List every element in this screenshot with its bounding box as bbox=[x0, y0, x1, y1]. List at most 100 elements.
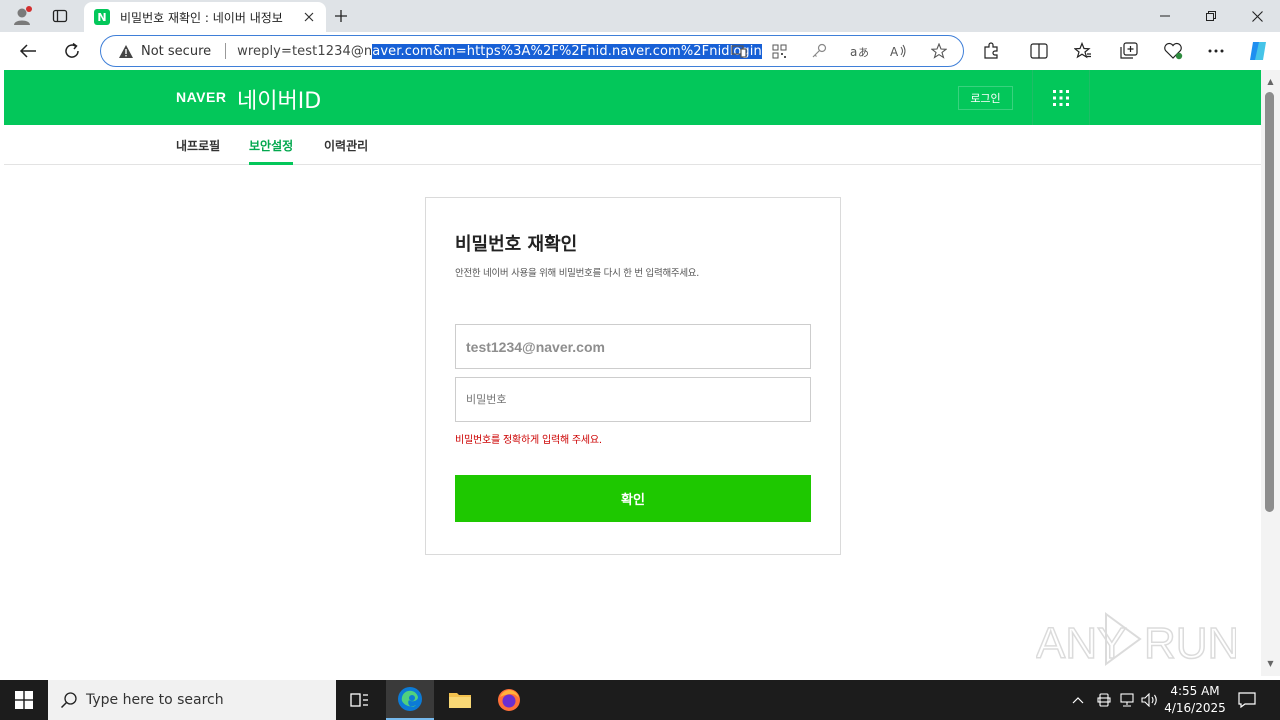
qr-code-icon[interactable] bbox=[765, 40, 793, 62]
active-tab[interactable]: N 비밀번호 재확인 : 네이버 내정보 bbox=[84, 2, 326, 32]
taskbar-clock[interactable]: 4:55 AM 4/16/2025 bbox=[1160, 683, 1230, 717]
sub-navigation: 내프로필 보안설정 이력관리 bbox=[4, 125, 1261, 165]
volume-icon[interactable] bbox=[1140, 690, 1160, 710]
minimize-icon bbox=[1160, 15, 1170, 17]
search-placeholder: Type here to search bbox=[86, 692, 224, 708]
split-screen-button[interactable] bbox=[1024, 37, 1054, 65]
heart-pulse-icon bbox=[1164, 42, 1183, 60]
warning-icon bbox=[117, 42, 135, 60]
settings-menu-button[interactable] bbox=[1201, 37, 1231, 65]
restore-icon bbox=[1206, 11, 1216, 21]
tab-close-button[interactable] bbox=[300, 8, 318, 26]
extensions-button[interactable] bbox=[976, 37, 1006, 65]
scroll-down-arrow-icon[interactable]: ▼ bbox=[1265, 658, 1276, 668]
security-status[interactable]: Not secure bbox=[141, 44, 211, 59]
url-plain: wreply=test1234@n bbox=[237, 43, 373, 59]
taskbar-search-box[interactable]: Type here to search bbox=[48, 680, 336, 720]
tab-my-profile[interactable]: 내프로필 bbox=[176, 137, 220, 165]
page-scrollbar[interactable]: ▲ ▼ bbox=[1261, 70, 1280, 676]
naver-favicon-icon: N bbox=[94, 9, 110, 25]
service-menu-button[interactable] bbox=[1032, 70, 1090, 125]
svg-text:A: A bbox=[890, 45, 899, 58]
restore-button[interactable] bbox=[1188, 0, 1234, 32]
error-message: 비밀번호를 정확하게 입력해 주세요. bbox=[455, 435, 602, 446]
tab-security-settings[interactable]: 보안설정 bbox=[249, 137, 294, 165]
tray-device-icon[interactable] bbox=[1094, 690, 1114, 710]
service-title[interactable]: 네이버ID bbox=[237, 83, 321, 115]
tab-actions-button[interactable] bbox=[46, 4, 74, 28]
taskbar-edge[interactable] bbox=[386, 680, 434, 720]
more-horizontal-icon bbox=[1208, 49, 1224, 53]
profile-button[interactable] bbox=[8, 4, 36, 28]
minimize-button[interactable] bbox=[1142, 0, 1188, 32]
password-field[interactable] bbox=[455, 377, 811, 422]
new-tab-button[interactable] bbox=[330, 5, 352, 27]
address-bar[interactable]: Not secure wreply=test1234@naver.com&m=h… bbox=[100, 35, 964, 67]
favorites-button[interactable] bbox=[1068, 37, 1098, 65]
naver-header: NAVER 네이버ID 로그인 bbox=[4, 70, 1261, 125]
back-button[interactable] bbox=[13, 37, 43, 65]
task-view-button[interactable] bbox=[336, 680, 384, 720]
login-button[interactable]: 로그인 bbox=[958, 86, 1013, 110]
translate-icon[interactable]: aあ bbox=[845, 40, 873, 62]
copilot-button[interactable] bbox=[1243, 37, 1273, 65]
tray-overflow-chevron-icon[interactable] bbox=[1068, 690, 1088, 710]
confirm-button[interactable]: 확인 bbox=[455, 475, 811, 522]
close-icon bbox=[1251, 10, 1263, 22]
taskbar-firefox[interactable] bbox=[485, 680, 533, 720]
anyrun-watermark: ANY RUN bbox=[1035, 608, 1240, 670]
refresh-button[interactable] bbox=[57, 37, 87, 65]
profile-icon bbox=[14, 6, 32, 25]
copilot-icon bbox=[1250, 42, 1266, 60]
url-selected: aver.com&m=https%3A%2F%2Fnid.naver.com%2… bbox=[372, 43, 762, 59]
network-icon[interactable] bbox=[1117, 690, 1137, 710]
tab-title: 비밀번호 재확인 : 네이버 내정보 bbox=[120, 10, 283, 25]
svg-text:あ: あ bbox=[858, 46, 868, 58]
naver-logo[interactable]: NAVER bbox=[176, 89, 226, 105]
url-text[interactable]: wreply=test1234@naver.com&m=https%3A%2F%… bbox=[237, 43, 762, 59]
collections-button[interactable] bbox=[1114, 37, 1144, 65]
watermark-text-right: RUN bbox=[1144, 619, 1236, 668]
favorite-star-icon[interactable] bbox=[925, 40, 953, 62]
browser-essentials-button[interactable] bbox=[1158, 37, 1188, 65]
page-title: 비밀번호 재확인 bbox=[455, 234, 578, 255]
search-icon bbox=[60, 692, 77, 709]
collections-icon bbox=[1120, 42, 1138, 59]
svg-text:a: a bbox=[850, 45, 857, 58]
split-screen-icon bbox=[1030, 43, 1048, 59]
plus-icon bbox=[335, 10, 347, 22]
folder-icon bbox=[449, 693, 471, 708]
card-description: 안전한 네이버 사용을 위해 비밀번호를 다시 한 번 입력해주세요. bbox=[455, 268, 699, 279]
watermark-text-left: ANY bbox=[1036, 619, 1126, 668]
read-aloud-icon[interactable]: A bbox=[885, 40, 913, 62]
windows-taskbar: Type here to search 4:55 AM 4/16/2025 bbox=[0, 680, 1280, 720]
arrow-left-icon bbox=[19, 44, 36, 58]
app-available-icon[interactable] bbox=[725, 40, 753, 62]
password-confirm-card: 비밀번호 재확인 안전한 네이버 사용을 위해 비밀번호를 다시 한 번 입력해… bbox=[425, 197, 841, 555]
grid-apps-icon bbox=[1053, 89, 1069, 106]
windows-logo-icon bbox=[15, 691, 33, 709]
omnibox-divider bbox=[225, 43, 227, 59]
taskbar-file-explorer[interactable] bbox=[436, 680, 484, 720]
edge-icon bbox=[398, 687, 422, 711]
user-id-field[interactable] bbox=[455, 324, 811, 369]
notifications-icon[interactable] bbox=[1237, 690, 1257, 710]
clock-date: 4/16/2025 bbox=[1164, 701, 1226, 715]
task-view-icon bbox=[350, 693, 368, 707]
scroll-up-arrow-icon[interactable]: ▲ bbox=[1265, 76, 1276, 86]
omnibox-icons: aあ A bbox=[725, 40, 953, 62]
favorites-icon bbox=[1074, 42, 1091, 59]
tab-history[interactable]: 이력관리 bbox=[324, 137, 368, 165]
tab-actions-icon bbox=[52, 9, 68, 23]
scrollbar-thumb[interactable] bbox=[1265, 92, 1274, 512]
puzzle-icon bbox=[984, 42, 998, 59]
start-button[interactable] bbox=[0, 680, 48, 720]
clock-time: 4:55 AM bbox=[1170, 684, 1220, 698]
page-viewport: NAVER 네이버ID 로그인 내프로필 보안설정 이력관리 비밀번호 재확인 … bbox=[4, 70, 1261, 676]
close-window-button[interactable] bbox=[1234, 0, 1280, 32]
browser-toolbar: Not secure wreply=test1234@naver.com&m=h… bbox=[0, 32, 1280, 70]
refresh-icon bbox=[65, 42, 79, 58]
close-icon bbox=[304, 12, 314, 22]
key-icon[interactable] bbox=[805, 40, 833, 62]
firefox-icon bbox=[498, 689, 520, 711]
